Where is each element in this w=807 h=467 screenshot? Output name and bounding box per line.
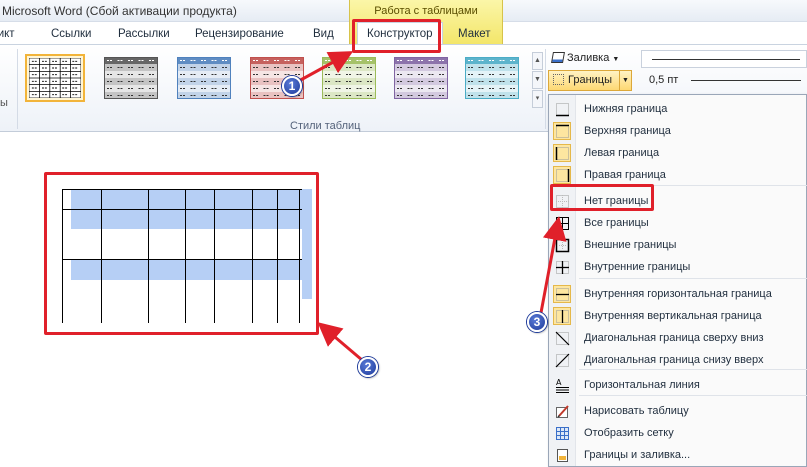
menu-item-inside-borders[interactable]: Внутренние границы [549,256,807,278]
menu-item-border-right[interactable]: Правая граница [549,164,807,186]
menu-item-draw-table[interactable]: Нарисовать таблицу [549,400,807,422]
menu-item-label: Все границы [584,217,649,229]
menu-item-label: Горизонтальная линия [584,379,700,391]
highlight-design-tab [352,19,441,53]
border-bottom-icon [555,102,570,117]
menu-item-inside-horizontal-border[interactable]: Внутренняя горизонтальная граница [549,283,807,305]
menu-item-label: Левая граница [584,147,660,159]
menu-item-label: Внутренняя горизонтальная граница [584,288,772,300]
menu-separator [579,278,807,279]
group-separator [17,49,18,129]
shading-label: Заливка [567,52,610,64]
window-title: Microsoft Word (Сбой активации продукта) [2,4,237,18]
menu-item-border-bottom[interactable]: Нижняя граница [549,98,807,120]
borders-icon [553,74,564,85]
tab-mailings[interactable]: Рассылки [118,28,170,40]
menu-item-horizontal-line[interactable]: A Горизонтальная линия [549,374,807,396]
menu-item-label: Отобразить сетку [584,427,674,439]
table-styles-group-label: Стили таблиц [290,120,361,132]
menu-item-label: Границы и заливка... [584,449,691,461]
menu-item-label: Верхняя граница [584,125,671,137]
tab-references-partial[interactable]: дикт [0,28,15,40]
menu-separator [579,369,807,370]
all-borders-icon [555,216,570,231]
table-style-thumbnail[interactable] [174,54,234,102]
gallery-down-button[interactable]: ▼ [532,71,543,89]
table-style-thumbnail[interactable] [101,54,161,102]
step-marker-2: 2 [358,357,378,377]
menu-separator [579,395,807,396]
tab-view[interactable]: Вид [313,28,334,40]
inside-borders-icon [555,260,570,275]
tab-layout[interactable]: Макет [458,28,491,40]
table-style-thumbnail[interactable] [25,54,85,102]
menu-item-label: Нижняя граница [584,103,668,115]
menu-item-label: Нарисовать таблицу [584,405,689,417]
outside-borders-icon [555,238,570,253]
borders-button[interactable]: Границы ▼ [548,70,632,91]
pen-weight-select[interactable]: 0,5 пт [641,70,807,90]
menu-item-label: Диагональная граница сверху вниз [584,332,764,344]
menu-item-view-gridlines[interactable]: Отобразить сетку [549,422,807,444]
group-separator [545,49,546,129]
diagonal-down-border-icon [555,331,570,346]
menu-item-all-borders[interactable]: Все границы [549,212,807,234]
context-group-label: Работа с таблицами [374,5,478,17]
horizontal-line-icon: A [555,378,570,393]
tab-links[interactable]: Ссылки [51,28,92,40]
menu-item-label: Внутренняя вертикальная граница [584,310,762,322]
pen-style-select[interactable] [641,50,807,68]
diagonal-up-border-icon [555,353,570,368]
highlight-no-border [550,184,654,211]
inside-horizontal-border-icon [553,285,571,303]
ribbon-left-stub: ы [0,97,8,109]
gallery-scroll: ▲ ▼ ▾ [532,52,544,112]
pen-weight-value: 0,5 пт [649,74,679,86]
menu-item-border-left[interactable]: Левая граница [549,142,807,164]
shading-button[interactable]: Заливка ▼ [551,52,619,64]
menu-item-diagonal-down-border[interactable]: Диагональная граница сверху вниз [549,327,807,349]
border-right-icon [553,166,571,184]
step-marker-1: 1 [282,76,302,96]
gallery-up-button[interactable]: ▲ [532,52,543,70]
gallery-more-button[interactable]: ▾ [532,90,543,108]
borders-dropdown-arrow[interactable]: ▼ [619,71,631,90]
borders-shading-icon [555,448,570,463]
menu-item-diagonal-up-border[interactable]: Диагональная граница снизу вверх [549,349,807,371]
table-style-thumbnail[interactable] [319,54,379,102]
menu-item-label: Внешние границы [584,239,677,251]
table-style-thumbnail[interactable] [391,54,451,102]
draw-table-icon [555,404,570,419]
borders-label: Границы [568,74,612,86]
menu-item-label: Правая граница [584,169,666,181]
border-top-icon [553,122,571,140]
inside-vertical-border-icon [553,307,571,325]
svg-text:A: A [556,378,562,387]
tab-review[interactable]: Рецензирование [195,28,284,40]
menu-item-label: Внутренние границы [584,261,691,273]
menu-item-outside-borders[interactable]: Внешние границы [549,234,807,256]
menu-item-border-top[interactable]: Верхняя граница [549,120,807,142]
table-style-thumbnail[interactable] [462,54,522,102]
view-gridlines-icon [555,426,570,441]
paint-bucket-icon [551,52,565,63]
menu-item-inside-vertical-border[interactable]: Внутренняя вертикальная граница [549,305,807,327]
highlight-table [44,172,319,335]
step-marker-3: 3 [527,312,547,332]
menu-item-label: Диагональная граница снизу вверх [584,354,764,366]
menu-item-borders-shading[interactable]: Границы и заливка... [549,444,807,466]
borders-menu: Нижняя граница Верхняя граница Левая грани… [548,94,807,467]
border-left-icon [553,144,571,162]
